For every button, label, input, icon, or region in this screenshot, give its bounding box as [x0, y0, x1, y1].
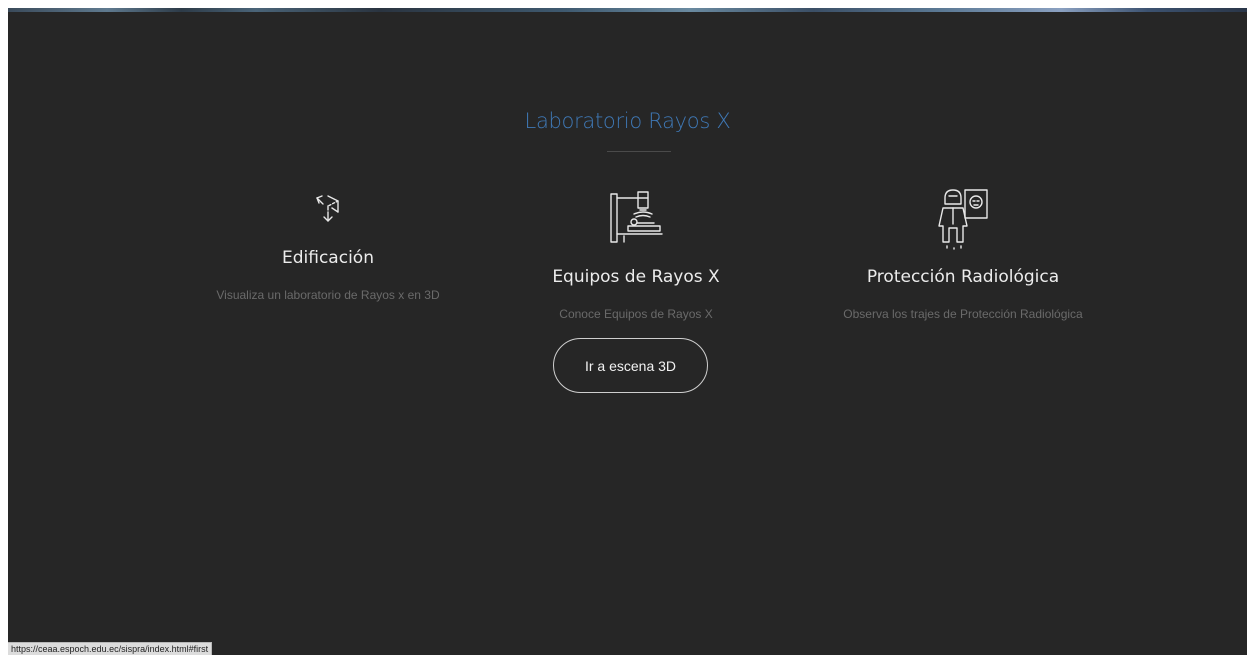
cube-expand-icon: [308, 188, 348, 233]
status-bar-url: https://ceaa.espoch.edu.ec/sispra/index.…: [8, 642, 213, 655]
card-title: Equipos de Rayos X: [552, 267, 720, 287]
hero-image-edge: [8, 8, 1247, 12]
feature-card-edificacion: Edificación Visualiza un laboratorio de …: [168, 178, 488, 318]
section-title: Laboratorio Rayos X: [524, 109, 731, 133]
radiation-protection-suit-icon: [933, 186, 993, 255]
card-title: Protección Radiológica: [866, 267, 1060, 287]
card-description: Observa los trajes de Protección Radioló…: [843, 307, 1083, 321]
main-section: Laboratorio Rayos X Edificación Visualiz…: [8, 8, 1247, 655]
go-to-3d-scene-button[interactable]: Ir a escena 3D: [553, 338, 708, 393]
card-description: Visualiza un laboratorio de Rayos x en 3…: [216, 288, 440, 302]
card-title: Edificación: [282, 248, 374, 268]
card-description: Conoce Equipos de Rayos X: [559, 307, 713, 321]
xray-machine-icon: [604, 186, 668, 251]
title-divider: [607, 151, 671, 152]
feature-card-proteccion: Protección Radiológica Observa los traje…: [808, 178, 1118, 338]
